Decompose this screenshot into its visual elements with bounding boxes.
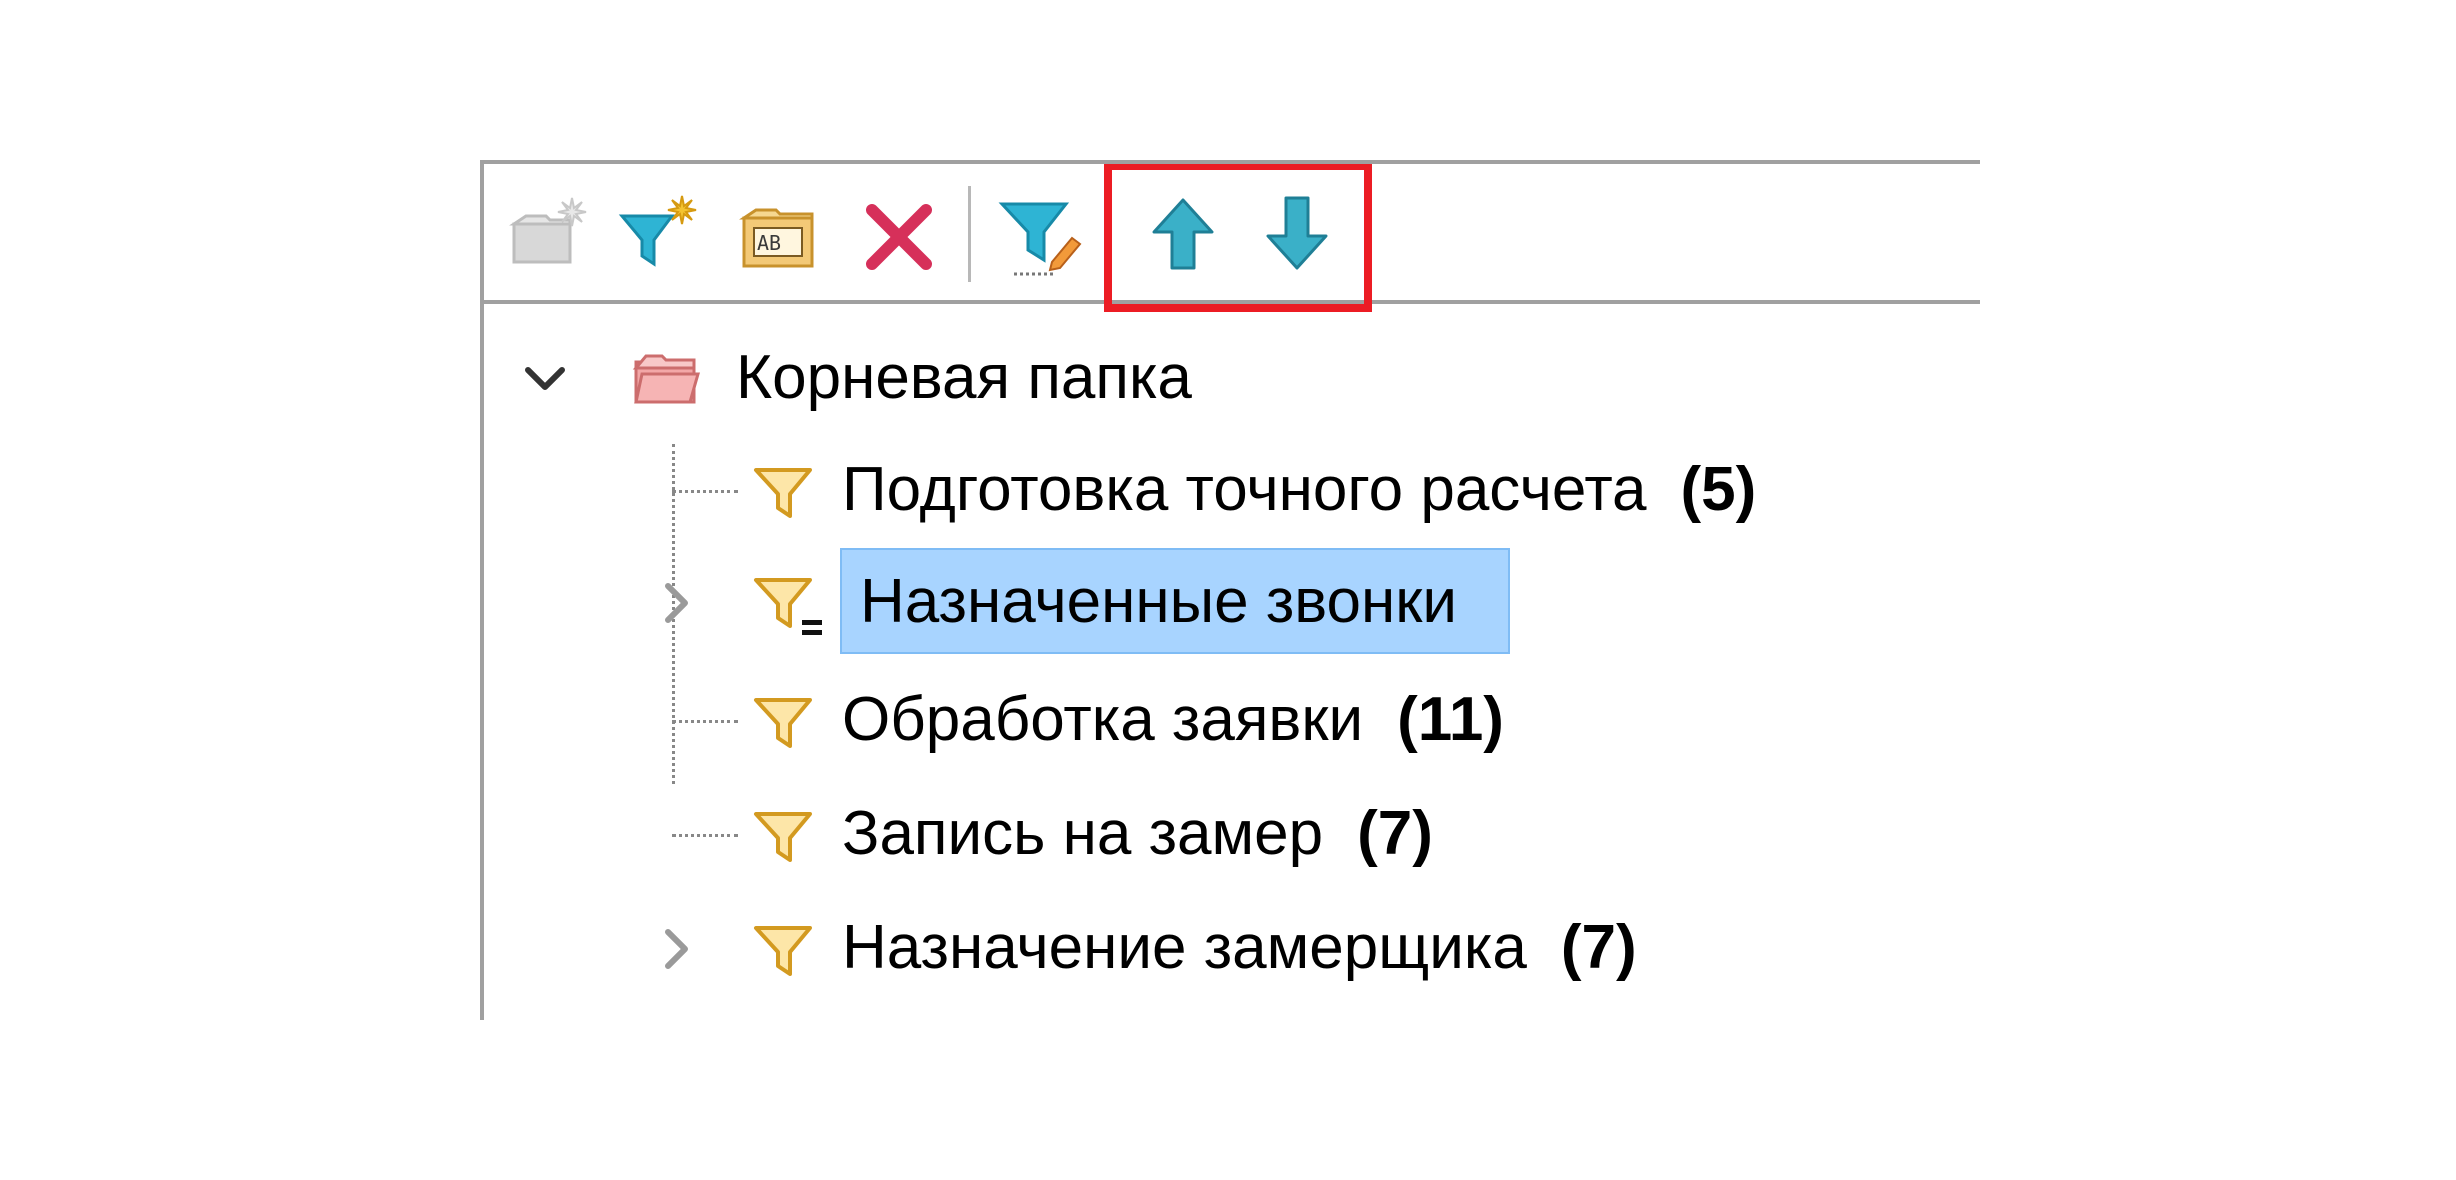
filter-icon xyxy=(752,694,814,752)
tree-item-row-selected[interactable]: Назначенные звонки xyxy=(484,548,1980,654)
tree-item-count: (5) xyxy=(1680,455,1757,524)
tree-item-label: Назначенные звонки xyxy=(860,552,1457,652)
filter-tree: Корневая папка Подготовка точного расчет… xyxy=(484,304,1980,1020)
tree-root-label: Корневая папка xyxy=(736,343,1192,412)
svg-text:AB: AB xyxy=(757,231,781,255)
arrow-up-icon xyxy=(1152,198,1214,270)
tree-item-count: (11) xyxy=(1397,685,1504,754)
edit-filter-icon xyxy=(998,202,1082,276)
delete-icon xyxy=(866,204,932,270)
rename-button[interactable]: AB xyxy=(736,190,826,280)
tree-item-row[interactable]: Назначение замерщика (7) xyxy=(484,898,1980,998)
tree-item-row[interactable]: Обработка заявки (11) xyxy=(484,670,1980,770)
add-folder-button[interactable] xyxy=(506,190,596,280)
tree-item-name: Обработка заявки xyxy=(842,685,1364,754)
arrow-down-icon xyxy=(1266,196,1328,270)
tree-item-name: Подготовка точного расчета xyxy=(842,455,1647,524)
edit-filter-button[interactable] xyxy=(994,190,1084,280)
toolbar: AB xyxy=(484,164,1980,312)
tree-item-row[interactable]: Подготовка точного расчета (5) xyxy=(484,440,1980,540)
tree-item-name: Назначенные звонки xyxy=(860,567,1458,636)
chevron-down-icon[interactable] xyxy=(520,354,570,404)
add-filter-button[interactable] xyxy=(616,190,706,280)
filter-list-icon xyxy=(752,574,828,640)
filter-icon xyxy=(752,464,814,522)
tree-item-label: Запись на замер (7) xyxy=(842,784,1433,884)
tree-item-label: Подготовка точного расчета (5) xyxy=(842,440,1756,540)
filter-icon xyxy=(752,922,814,980)
tree-item-count: (7) xyxy=(1560,913,1637,982)
chevron-right-icon[interactable] xyxy=(652,578,702,628)
tree-root-row[interactable]: Корневая папка xyxy=(484,328,1980,428)
move-up-button[interactable] xyxy=(1138,190,1228,280)
new-folder-icon xyxy=(509,197,587,264)
new-filter-icon xyxy=(618,195,697,267)
tree-item-name: Назначение замерщика xyxy=(842,913,1527,982)
tree-item-count: (7) xyxy=(1357,799,1433,868)
tree-item-label: Назначение замерщика (7) xyxy=(842,898,1637,998)
tree-item-label: Обработка заявки (11) xyxy=(842,670,1504,770)
delete-button[interactable] xyxy=(854,190,944,280)
move-down-button[interactable] xyxy=(1252,190,1342,280)
toolbar-separator xyxy=(968,186,971,282)
folder-icon xyxy=(632,348,700,408)
chevron-right-icon[interactable] xyxy=(652,924,702,974)
tree-item-name: Запись на замер xyxy=(842,799,1324,868)
rename-icon: AB xyxy=(739,208,814,268)
filter-icon xyxy=(752,808,814,866)
filter-tree-panel: AB Корневая папка Подготовка точного рас… xyxy=(480,160,1980,1020)
tree-item-row[interactable]: Запись на замер (7) xyxy=(484,784,1980,884)
